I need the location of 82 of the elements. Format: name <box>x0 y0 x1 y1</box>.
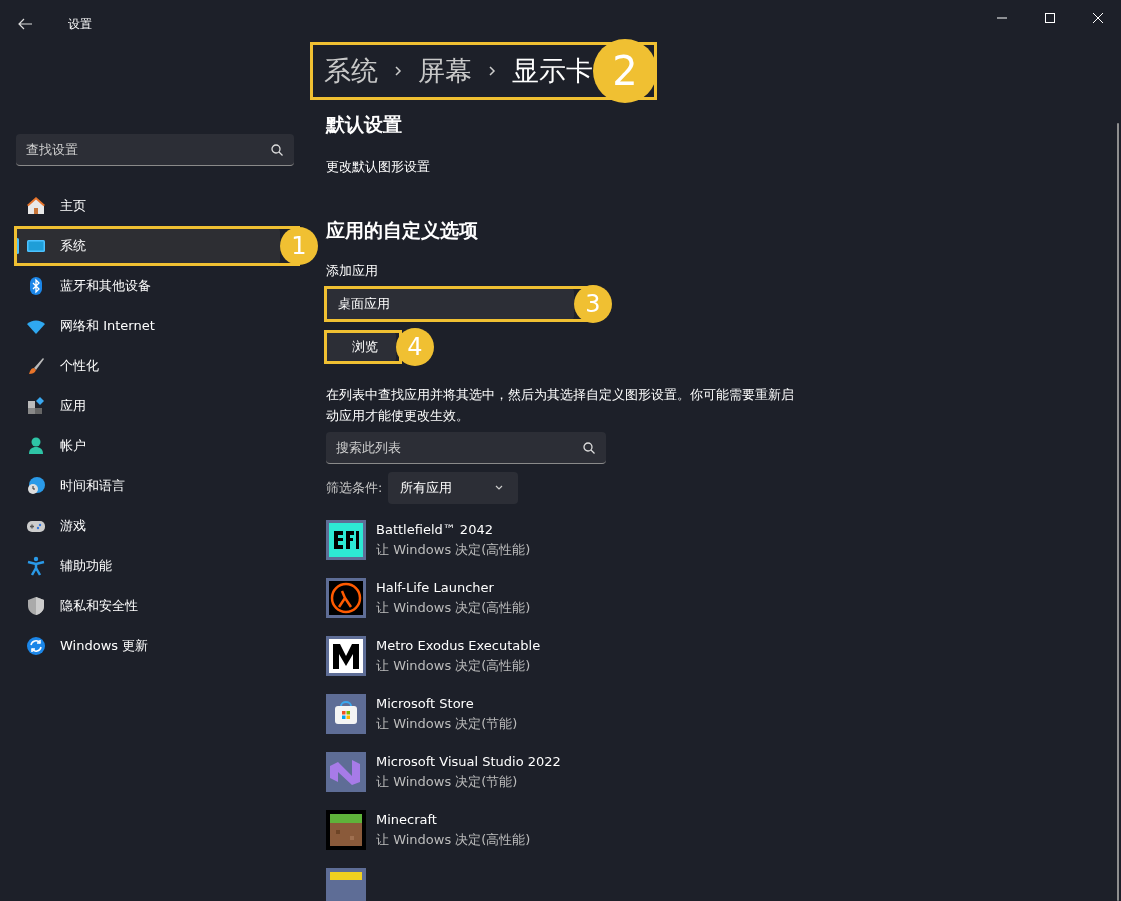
breadcrumb-item: 显示卡 <box>512 54 593 88</box>
app-type-dropdown[interactable]: 桌面应用 <box>326 288 574 320</box>
app-name: Half-Life Launcher <box>376 579 495 597</box>
globe-clock-icon <box>26 476 46 496</box>
nav-label: 主页 <box>60 197 86 215</box>
app-icon <box>326 868 366 901</box>
accessibility-icon <box>26 556 46 576</box>
search-field[interactable]: 查找设置 <box>16 134 294 166</box>
breadcrumb-item[interactable]: 屏幕 <box>418 53 472 89</box>
description-text: 在列表中查找应用并将其选中，然后为其选择自定义图形设置。你可能需要重新启动应用才能使更改生效。 <box>326 386 795 425</box>
paintbrush-icon <box>26 356 46 376</box>
section-heading: 应用的自定义选项 <box>326 218 478 243</box>
list-search-field[interactable]: 搜索此列表 <box>326 432 606 464</box>
nav-item[interactable]: Windows 更新 <box>16 628 298 664</box>
window-title: 设置 <box>68 15 92 33</box>
app-graphics-setting: 让 Windows 决定(高性能) <box>376 831 531 849</box>
chevron-icon <box>486 65 498 77</box>
shopping-bag-icon <box>326 694 366 734</box>
nav-label: 隐私和安全性 <box>60 597 138 615</box>
apps-icon <box>26 396 46 416</box>
settings-link[interactable]: 更改默认图形设置 <box>326 158 430 176</box>
callout-number: 1 <box>280 227 318 265</box>
nav-item[interactable]: 网络和 Internet <box>16 308 298 344</box>
app-graphics-setting: 让 Windows 决定(节能) <box>376 715 518 733</box>
nav-item[interactable]: 时间和语言 <box>16 468 298 504</box>
person-icon <box>26 436 46 456</box>
search-icon <box>271 144 283 156</box>
nav-label: 帐户 <box>60 437 86 455</box>
app-list-item[interactable]: Microsoft Visual Studio 2022 让 Windows 决定(节能) <box>326 752 561 792</box>
app-list-item[interactable]: Minecraft 让 Windows 决定(高性能) <box>326 810 561 850</box>
breadcrumb-item[interactable]: 系统 <box>324 53 378 89</box>
shield-icon <box>26 596 46 616</box>
nav-item[interactable]: 主页 <box>16 188 298 224</box>
nav-label: 系统 <box>60 237 86 255</box>
nav-item[interactable]: 个性化 <box>16 348 298 384</box>
close-icon <box>1093 13 1103 23</box>
nav-label: 辅助功能 <box>60 557 112 575</box>
app-list-item[interactable]: Battlefield™ 2042 让 Windows 决定(高性能) <box>326 520 561 560</box>
app-name: Metro Exodus Executable <box>376 637 541 655</box>
nav-label: 个性化 <box>60 357 99 375</box>
filter-dropdown[interactable]: 所有应用 <box>388 472 519 504</box>
app-graphics-setting: 让 Windows 决定(节能) <box>376 773 519 791</box>
app-list-item[interactable]: Half-Life Launcher 让 Windows 决定(高性能) <box>326 578 561 618</box>
app-name: Minecraft <box>376 811 438 829</box>
app-graphics-setting: 让 Windows 决定(高性能) <box>376 657 532 675</box>
nav-item[interactable]: 游戏 <box>16 508 298 544</box>
nav-label: 蓝牙和其他设备 <box>60 277 151 295</box>
nav-item[interactable]: 帐户 <box>16 428 298 464</box>
browse-button[interactable]: 浏览 <box>326 332 396 362</box>
section-heading: 默认设置 <box>326 112 402 137</box>
nav-item[interactable]: 蓝牙和其他设备 <box>16 268 298 304</box>
nav-item[interactable]: 辅助功能 <box>16 548 298 584</box>
nav-label: 游戏 <box>60 517 86 535</box>
nav-label: 网络和 Internet <box>60 317 155 335</box>
nav-label: Windows 更新 <box>60 637 149 655</box>
m-letter-icon <box>326 636 366 676</box>
sync-icon <box>26 636 46 656</box>
app-graphics-setting: 让 Windows 决定(高性能) <box>376 541 531 559</box>
chevron-icon <box>392 65 404 77</box>
filter-label: 筛选条件: <box>326 479 383 497</box>
home-icon <box>26 196 46 216</box>
grass-block-icon <box>326 810 366 850</box>
app-list-item[interactable]: Microsoft Store 让 Windows 决定(节能) <box>326 694 561 734</box>
app-name: Microsoft Store <box>376 695 475 713</box>
app-name: Microsoft Visual Studio 2022 <box>376 753 561 771</box>
app-name: Battlefield™ 2042 <box>376 521 494 539</box>
nav-item[interactable]: 系统 <box>16 228 280 264</box>
lambda-icon <box>326 578 366 618</box>
nav-label: 时间和语言 <box>60 477 125 495</box>
app-list-item[interactable]: Metro Exodus Executable 让 Windows 决定(高性能) <box>326 636 561 676</box>
callout-number: 4 <box>396 328 434 366</box>
callout-number: 2 <box>593 39 657 103</box>
callout-number: 3 <box>574 285 612 323</box>
nav-item[interactable]: 隐私和安全性 <box>16 588 298 624</box>
field-label: 添加应用 <box>326 262 378 280</box>
back-arrow-icon <box>17 16 33 32</box>
scrollbar[interactable] <box>1117 123 1119 901</box>
nav-label: 应用 <box>60 397 86 415</box>
app-graphics-setting: 让 Windows 决定(高性能) <box>376 599 531 617</box>
nav-item[interactable]: 应用 <box>16 388 298 424</box>
maximize-icon <box>1045 13 1055 23</box>
search-icon <box>583 442 595 454</box>
